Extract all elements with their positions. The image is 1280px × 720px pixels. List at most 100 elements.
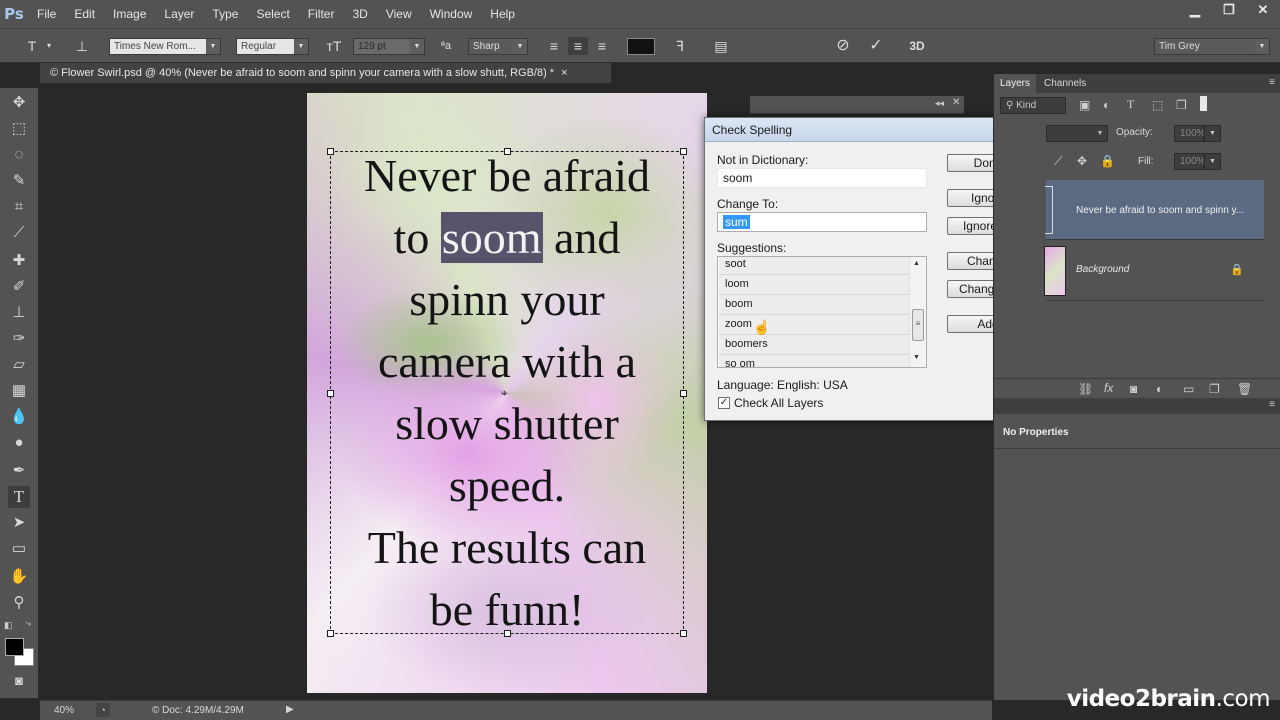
menu-type[interactable]: Type (203, 0, 247, 28)
menu-view[interactable]: View (377, 0, 421, 28)
dodge-tool-icon[interactable]: ● (8, 432, 30, 454)
panel-menu-icon[interactable]: ≡ (1269, 399, 1275, 410)
lock-all-icon[interactable]: 🔒 (1100, 154, 1115, 168)
minimize-button[interactable]: ▁ (1178, 0, 1212, 20)
anti-alias-select[interactable]: Sharp ▼ (468, 38, 528, 55)
align-center-icon[interactable]: ≡ (568, 37, 588, 55)
adjustment-layer-icon[interactable]: ◐ (1156, 382, 1163, 396)
filter-shape-icon[interactable]: ⬚ (1152, 98, 1163, 112)
fill-value[interactable]: 100% (1174, 153, 1206, 170)
font-style-select[interactable]: Regular ▼ (236, 38, 309, 55)
list-item[interactable]: boom (719, 295, 909, 315)
list-item[interactable]: soot (719, 257, 909, 275)
layer-row[interactable]: Never be afraid to soom and spinn y... (1045, 180, 1264, 240)
status-menu-arrow-icon[interactable]: ▶ (286, 704, 294, 715)
new-group-icon[interactable]: ▭ (1183, 382, 1194, 396)
cancel-edits-icon[interactable]: ⊘ (833, 37, 853, 55)
restore-button[interactable]: ❐ (1212, 0, 1246, 20)
pen-tool-icon[interactable]: ✒ (8, 460, 30, 482)
menu-layer[interactable]: Layer (155, 0, 203, 28)
menu-select[interactable]: Select (247, 0, 298, 28)
list-item[interactable]: so om (719, 355, 909, 367)
marquee-tool-icon[interactable]: ⬚ (8, 118, 30, 140)
list-item[interactable]: loom (719, 275, 909, 295)
change-to-input[interactable]: sum (717, 212, 927, 232)
transform-handle[interactable] (327, 148, 334, 155)
text-bounding-box[interactable]: ⌖ (327, 148, 687, 637)
path-selection-tool-icon[interactable]: ➤ (8, 512, 30, 534)
transform-handle[interactable] (327, 630, 334, 637)
lock-position-icon[interactable]: ✥ (1077, 154, 1087, 168)
healing-brush-tool-icon[interactable]: ✚ (8, 250, 30, 272)
font-size-select[interactable]: 129 pt ▼ (353, 38, 425, 55)
lock-pixels-icon[interactable]: ⟋ (1054, 154, 1062, 169)
text-color-swatch[interactable] (627, 38, 655, 55)
menu-file[interactable]: File (28, 0, 65, 28)
eyedropper-tool-icon[interactable]: ⟋ (8, 222, 30, 244)
menu-3d[interactable]: 3D (343, 0, 376, 28)
chevron-down-icon[interactable]: ▼ (1204, 153, 1221, 170)
quick-mask-icon[interactable]: ◙ (8, 670, 30, 692)
list-item[interactable]: boomers (719, 335, 909, 355)
filter-kind-select[interactable]: ⚲ Kind (1000, 97, 1066, 114)
filter-toggle-icon[interactable] (1200, 96, 1207, 111)
filter-pixel-icon[interactable]: ▣ (1079, 98, 1090, 112)
warp-text-icon[interactable]: ꟻ (670, 37, 690, 55)
align-left-icon[interactable]: ≡ (545, 37, 563, 55)
transform-handle[interactable] (680, 148, 687, 155)
transform-handle[interactable] (504, 148, 511, 155)
menu-filter[interactable]: Filter (299, 0, 344, 28)
add-mask-icon[interactable]: ◙ (1130, 382, 1137, 396)
history-brush-tool-icon[interactable]: ✑ (8, 328, 30, 350)
font-family-select[interactable]: Times New Rom... ▼ (109, 38, 221, 55)
hand-tool-icon[interactable]: ✋ (8, 566, 30, 588)
type-tool-icon[interactable]: T (8, 486, 30, 508)
check-all-layers-label[interactable]: Check All Layers (734, 396, 823, 410)
list-item[interactable]: zoom (719, 315, 909, 335)
opacity-value[interactable]: 100% (1174, 125, 1206, 142)
suggestions-scrollbar[interactable]: ▲ ≡ ▼ (909, 257, 926, 367)
blur-tool-icon[interactable]: 💧 (8, 406, 30, 428)
link-layers-icon[interactable]: ⛓ (1078, 382, 1093, 396)
zoom-level[interactable]: 40% (54, 705, 74, 716)
transform-handle[interactable] (680, 390, 687, 397)
gradient-tool-icon[interactable]: ▦ (8, 380, 30, 402)
menu-window[interactable]: Window (421, 0, 482, 28)
filter-smart-object-icon[interactable]: ❐ (1176, 98, 1187, 112)
chevron-down-icon[interactable]: ▼ (1204, 125, 1221, 142)
eraser-tool-icon[interactable]: ▱ (8, 354, 30, 376)
document-tab[interactable]: © Flower Swirl.psd @ 40% (Never be afrai… (40, 63, 612, 83)
menu-edit[interactable]: Edit (65, 0, 104, 28)
tab-channels[interactable]: Channels (1038, 74, 1092, 93)
scroll-up-icon[interactable]: ▲ (913, 260, 920, 267)
swap-colors-icon[interactable]: ⤷ (26, 618, 31, 629)
layer-row[interactable]: Background 🔒 (1044, 241, 1264, 301)
blend-mode-select[interactable]: ▼ (1046, 125, 1108, 142)
character-panel-icon[interactable]: ▤ (711, 37, 731, 55)
preset-dropdown-icon[interactable]: ▾ (44, 37, 54, 55)
workspace-select[interactable]: Tim Grey ▼ (1154, 38, 1270, 55)
check-all-layers-checkbox[interactable]: ✓ (718, 397, 730, 409)
close-tab-icon[interactable]: × (561, 67, 567, 79)
quick-selection-tool-icon[interactable]: ✎ (8, 170, 30, 192)
menu-image[interactable]: Image (104, 0, 155, 28)
menu-help[interactable]: Help (481, 0, 524, 28)
move-tool-icon[interactable]: ✥ (8, 92, 30, 114)
scrollbar-thumb[interactable]: ≡ (912, 309, 924, 341)
panel-menu-icon[interactable]: ≡ (1269, 77, 1275, 88)
clone-stamp-tool-icon[interactable]: ⊥ (8, 302, 30, 324)
transform-handle[interactable] (680, 630, 687, 637)
rectangle-tool-icon[interactable]: ▭ (8, 538, 30, 560)
layer-style-icon[interactable]: fx (1104, 381, 1113, 395)
zoom-tool-icon[interactable]: ⚲ (8, 592, 30, 614)
suggestions-list[interactable]: soot loom boom zoom boomers so om ▲ ≡ ▼ (717, 256, 927, 368)
3d-from-text-button[interactable]: 3D (904, 37, 930, 55)
type-tool-preset-icon[interactable]: T (22, 37, 42, 55)
align-right-icon[interactable]: ≡ (593, 37, 611, 55)
scroll-down-icon[interactable]: ▼ (913, 354, 920, 361)
commit-edits-icon[interactable]: ✓ (866, 37, 886, 55)
toggle-text-orientation-icon[interactable]: ⊥ (72, 37, 92, 55)
transform-handle[interactable] (327, 390, 334, 397)
lasso-tool-icon[interactable]: ◌ (8, 144, 30, 166)
foreground-color-swatch[interactable] (5, 638, 24, 656)
